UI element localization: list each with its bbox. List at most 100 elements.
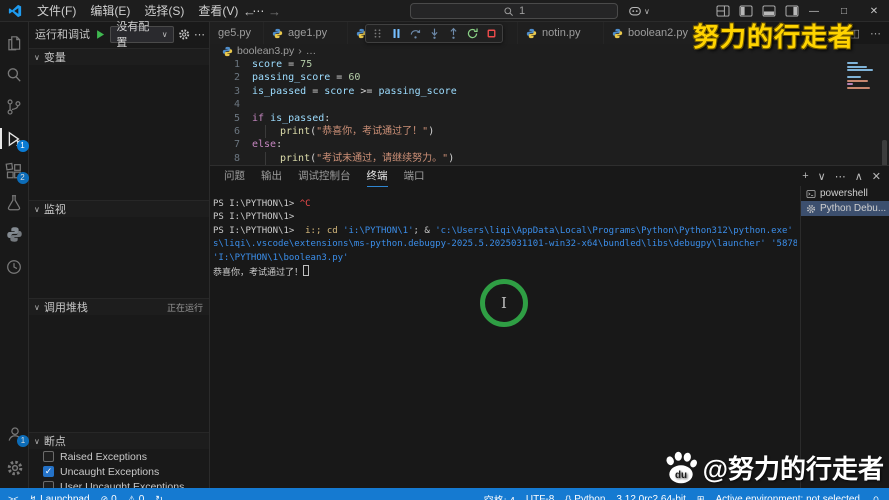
- python-file-icon: [612, 28, 623, 38]
- editor-group: ge5.pyage1.pyannotin.pyboolean2.py ◫ ⋯: [210, 22, 889, 488]
- terminal-list-item-powershell[interactable]: powershell: [801, 186, 889, 201]
- toggle-sidebar-icon[interactable]: [739, 5, 753, 17]
- bell-icon[interactable]: [871, 494, 881, 500]
- panel-tab-输出[interactable]: 输出: [261, 166, 282, 186]
- section-breakpoints[interactable]: ∨ 断点: [29, 432, 209, 449]
- layout-controls: [716, 5, 799, 17]
- terminal-output[interactable]: PS I:\PYTHON\1> ^C PS I:\PYTHON\1> PS I:\…: [213, 198, 797, 484]
- tab-ge5.py[interactable]: ge5.py: [210, 22, 264, 44]
- launch-profile-chevron-icon[interactable]: ∨: [818, 170, 826, 183]
- minimap-line: [847, 69, 873, 71]
- sync-icon: ↻: [155, 493, 163, 500]
- panel-tab-端口[interactable]: 端口: [404, 166, 425, 186]
- sidebar-item-source-control[interactable]: [0, 96, 29, 117]
- start-debug-icon[interactable]: [94, 28, 106, 41]
- customize-layout-icon[interactable]: [716, 5, 730, 17]
- python-icon: [6, 227, 22, 242]
- code-token: passing_score: [378, 85, 457, 97]
- remote-indicator[interactable]: ><: [8, 494, 19, 500]
- more-actions-icon[interactable]: ⋯: [194, 28, 206, 41]
- tab-boolean2.py[interactable]: boolean2.py: [604, 22, 702, 44]
- panel-tab-问题[interactable]: 问题: [224, 166, 245, 186]
- menu-item-文件(F)[interactable]: 文件(F): [30, 0, 83, 22]
- forward-arrow-icon[interactable]: →: [268, 4, 281, 19]
- minimap-line: [847, 65, 867, 68]
- git-branch-icon: [7, 98, 21, 115]
- sync[interactable]: ↻: [155, 494, 163, 500]
- terminal-list-label: powershell: [820, 188, 868, 199]
- new-terminal-icon[interactable]: +: [802, 170, 808, 182]
- command-center-search[interactable]: 1: [410, 3, 618, 19]
- minimap-line: [847, 83, 853, 85]
- chevron-down-icon: ∨: [34, 52, 40, 62]
- panel-tab-调试控制台[interactable]: 调试控制台: [298, 166, 351, 186]
- stop-button[interactable]: [483, 26, 499, 42]
- terminal-line: PS I:\PYTHON\1> i:; cd 'i:\PYTHON\1'; & …: [213, 225, 797, 238]
- line-number: 4: [233, 99, 240, 111]
- errors[interactable]: ⊘ 0: [101, 494, 117, 500]
- gear-icon: [7, 460, 22, 475]
- drag-handle-icon[interactable]: [369, 26, 385, 42]
- breakpoint-checkbox[interactable]: [43, 451, 54, 462]
- debug-config-dropdown[interactable]: 没有配置 ∨: [110, 21, 174, 49]
- copilot-menu[interactable]: ∨: [628, 4, 650, 18]
- indentation[interactable]: 空格: 4: [484, 492, 515, 500]
- active-environment[interactable]: Active environment: not selected: [715, 492, 860, 500]
- step-into-button[interactable]: [426, 26, 442, 42]
- minimap[interactable]: [847, 62, 873, 90]
- step-out-button[interactable]: [445, 26, 461, 42]
- env-grid[interactable]: ⊞: [697, 492, 705, 500]
- sidebar-item-timeline[interactable]: [0, 256, 29, 277]
- breakpoint-row[interactable]: Raised Exceptions: [29, 449, 209, 464]
- gear-icon[interactable]: [178, 28, 190, 41]
- maximize-panel-icon[interactable]: ∧: [855, 170, 863, 183]
- section-call-stack[interactable]: ∨ 调用堆栈 正在运行: [29, 298, 209, 315]
- chevron-down-icon: ∨: [161, 29, 168, 39]
- search-value: 1: [518, 5, 526, 17]
- debug-console-icon: [806, 204, 816, 213]
- back-arrow-icon[interactable]: ←: [243, 4, 256, 19]
- close-button[interactable]: ✕: [859, 0, 889, 22]
- breakpoint-checkbox[interactable]: ✓: [43, 466, 54, 477]
- account-button[interactable]: 1: [0, 423, 29, 447]
- more-actions-icon[interactable]: ⋯: [870, 27, 881, 40]
- toggle-secondary-sidebar-icon[interactable]: [785, 5, 799, 17]
- account-badge: 1: [17, 435, 29, 447]
- terminal-token: 'c:\Users\liqi\AppData\Local\Programs\Py…: [435, 225, 793, 236]
- sidebar-item-search[interactable]: [0, 64, 29, 85]
- pause-button[interactable]: [388, 26, 404, 42]
- tab-notin.py[interactable]: notin.py: [518, 22, 604, 44]
- sidebar-header: 运行和调试 没有配置 ∨ ⋯: [29, 21, 209, 49]
- restart-button[interactable]: [464, 26, 480, 42]
- settings-button[interactable]: [0, 457, 29, 478]
- launchpad[interactable]: ↯ Launchpad: [30, 494, 90, 500]
- encoding[interactable]: UTF-8: [526, 492, 554, 500]
- warnings-icon: ⚠: [127, 493, 136, 500]
- panel-tab-终端[interactable]: 终端: [366, 166, 388, 187]
- close-panel-icon[interactable]: ✕: [872, 170, 881, 183]
- sidebar-item-explorer[interactable]: [0, 32, 29, 53]
- watermark-bottom: du @努力的行走者: [663, 449, 884, 486]
- breakpoint-row[interactable]: ✓ Uncaught Exceptions: [29, 464, 209, 479]
- language-mode[interactable]: {} Python: [565, 492, 605, 500]
- status-right: 空格: 4 UTF-8 {}Python 3.12.0rc2 64-bit ⊞ Activ…: [484, 492, 860, 500]
- warnings[interactable]: ⚠ 0: [128, 494, 145, 500]
- step-over-button[interactable]: [407, 26, 423, 42]
- toggle-panel-icon[interactable]: [762, 5, 776, 17]
- terminal-list-item-Python Debu...[interactable]: Python Debu...: [801, 201, 889, 216]
- menu-item-查看(V)[interactable]: 查看(V): [191, 0, 245, 22]
- search-icon: [7, 67, 21, 82]
- more-actions-icon[interactable]: ⋯: [835, 170, 846, 183]
- sidebar-item-run-and-debug[interactable]: 1: [0, 128, 29, 152]
- tab-age1.py[interactable]: age1.py: [264, 22, 348, 44]
- sidebar-item-python[interactable]: [0, 224, 29, 245]
- files-icon: [8, 35, 21, 50]
- python-version[interactable]: 3.12.0rc2 64-bit: [616, 492, 686, 500]
- section-watch[interactable]: ∨ 监视: [29, 200, 209, 217]
- sidebar-item-extensions[interactable]: 2: [0, 160, 29, 184]
- terminal-token: 恭喜你，考试通过了！: [213, 267, 304, 278]
- code-line: 5 if is_passed:: [210, 112, 889, 125]
- sidebar-item-testing[interactable]: [0, 192, 29, 213]
- section-variables[interactable]: ∨ 变量: [29, 48, 209, 65]
- code-editor[interactable]: 1 score = 75 2 passing_score = 60 3 is_passed…: [210, 58, 889, 165]
